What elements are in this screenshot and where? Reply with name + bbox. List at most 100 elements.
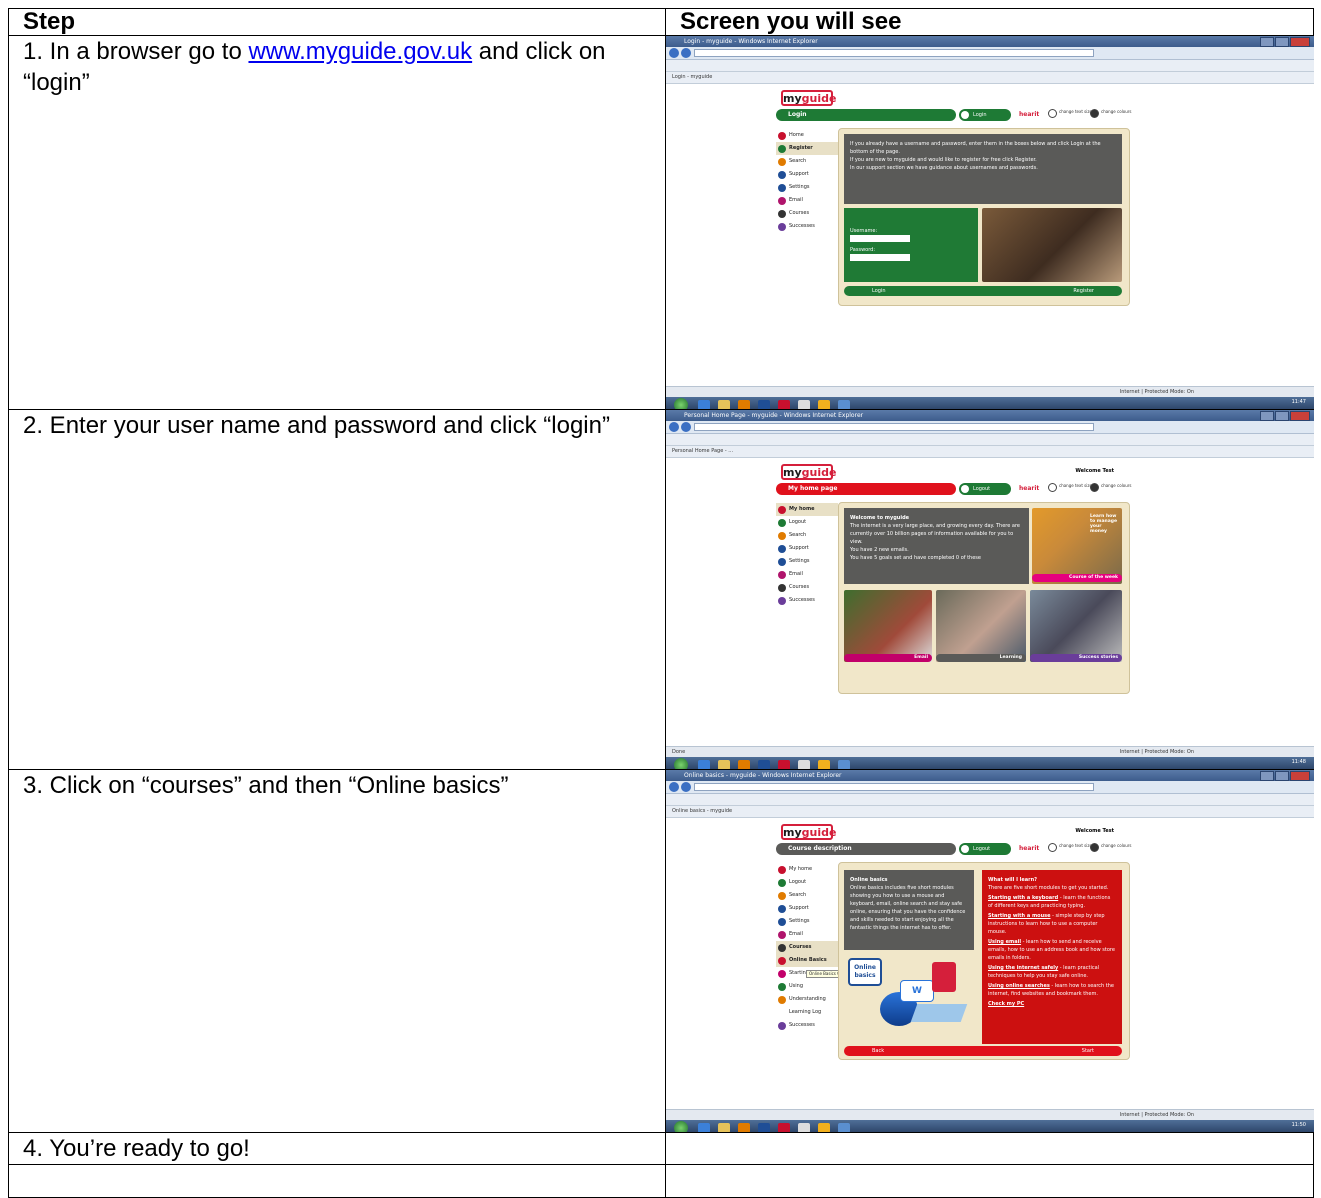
start-icon <box>674 1121 688 1132</box>
email-caption: Email <box>844 654 932 662</box>
maximize-icon <box>1275 37 1289 47</box>
login-form: Username: Password: <box>844 208 978 282</box>
change-text-size: change text size <box>1048 109 1092 118</box>
change-text-size: change text size <box>1048 483 1092 492</box>
close-icon <box>1290 411 1310 421</box>
maximize-icon <box>1275 411 1289 421</box>
change-text-size: change text size <box>1048 843 1092 852</box>
success-caption: Success stories <box>1030 654 1122 662</box>
www-icon: W <box>900 980 934 1002</box>
step-row-3: 3. Click on “courses” and then “Online b… <box>8 769 1314 1133</box>
myguide-link[interactable]: www.myguide.gov.uk <box>248 38 472 65</box>
step-row-2: 2. Enter your user name and password and… <box>8 409 1314 770</box>
toolbar <box>666 60 1314 72</box>
page-title-bar: Login <box>776 109 956 121</box>
empty-cell <box>665 1132 1314 1165</box>
success-photo <box>1030 590 1122 662</box>
page-content: myguide Welcome Test Course description … <box>666 818 1314 1109</box>
tab-row: Login - myguide <box>666 72 1314 84</box>
empty-row <box>8 1164 1314 1198</box>
screenshot-home-cell: Personal Home Page - myguide - Windows I… <box>665 409 1314 770</box>
myguide-logo: myguide <box>781 824 837 840</box>
screenshot-course: Online basics - myguide - Windows Intern… <box>666 770 1314 1132</box>
address-bar <box>666 47 1314 60</box>
myguide-logo: myguide <box>781 464 837 480</box>
status-bar: Done Internet | Protected Mode: On <box>666 746 1314 757</box>
minimize-icon <box>1260 771 1274 781</box>
welcome-text: Welcome Test <box>1075 468 1114 474</box>
toolbar <box>666 794 1314 806</box>
course-bottom-bar: Back Start <box>844 1046 1122 1056</box>
window-titlebar: Online basics - myguide - Windows Intern… <box>666 770 1314 781</box>
header-screen: Screen you will see <box>665 8 1314 36</box>
tab-row: Online basics - myguide <box>666 806 1314 818</box>
taskbar: 11:48 <box>666 757 1314 769</box>
taskbar: 11:47 <box>666 397 1314 409</box>
logout-button: Logout <box>959 843 1011 855</box>
online-basics-graphic: Online basics W <box>844 952 974 1044</box>
keyboard-icon <box>910 1004 968 1022</box>
header-row: Step Screen you will see <box>8 8 1314 36</box>
minimize-icon <box>1260 37 1274 47</box>
window-titlebar: Personal Home Page - myguide - Windows I… <box>666 410 1314 421</box>
window-titlebar: Login - myguide - Windows Internet Explo… <box>666 36 1314 47</box>
screenshot-login-cell: Login - myguide - Windows Internet Explo… <box>665 35 1314 410</box>
login-info: If you already have a username and passw… <box>844 134 1122 204</box>
hearit-button: hearit <box>1019 485 1040 492</box>
taskbar: 11:50 <box>666 1120 1314 1132</box>
people-photo <box>982 208 1122 282</box>
what-will-i-learn: What will I learn? There are five short … <box>982 870 1122 1044</box>
forward-icon <box>681 782 691 792</box>
page-content: myguide Login Login hearit change text s… <box>666 84 1314 386</box>
step-row-1: 1. In a browser go to www.myguide.gov.uk… <box>8 35 1314 410</box>
sidebar-nav: My home Logout Search Support Settings E… <box>776 863 857 1032</box>
maximize-icon <box>1275 771 1289 781</box>
url-field <box>694 783 1094 791</box>
url-field <box>694 49 1094 57</box>
welcome-info: Welcome to myguide The internet is a very… <box>844 508 1029 584</box>
step-text-2: 2. Enter your user name and password and… <box>8 409 666 770</box>
change-colours: change colours <box>1090 483 1131 492</box>
back-icon <box>669 782 679 792</box>
step-text-3: 3. Click on “courses” and then “Online b… <box>8 769 666 1133</box>
page-title-bar: Course description <box>776 843 956 855</box>
back-icon <box>669 48 679 58</box>
page-content: myguide Welcome Test My home page Logout… <box>666 458 1314 746</box>
header-step: Step <box>8 8 666 36</box>
address-bar <box>666 781 1314 794</box>
screenshot-course-cell: Online basics - myguide - Windows Intern… <box>665 769 1314 1133</box>
minimize-icon <box>1260 411 1274 421</box>
close-icon <box>1290 37 1310 47</box>
hearit-button: hearit <box>1019 111 1040 118</box>
hearit-button: hearit <box>1019 845 1040 852</box>
change-colours: change colours <box>1090 109 1131 118</box>
myguide-logo: myguide <box>781 90 837 106</box>
screenshot-home: Personal Home Page - myguide - Windows I… <box>666 410 1314 769</box>
money-promo: Learn how to manage your money <box>1032 508 1122 584</box>
forward-icon <box>681 48 691 58</box>
change-colours: change colours <box>1090 843 1131 852</box>
sidebar-nav: My home Logout Search Support Settings E… <box>776 503 838 607</box>
learning-caption: Learning <box>936 654 1026 662</box>
close-icon <box>1290 771 1310 781</box>
step-text-4: 4. You’re ready to go! <box>8 1132 666 1165</box>
address-bar <box>666 421 1314 434</box>
email-photo <box>844 590 932 662</box>
logout-button: Logout <box>959 483 1011 495</box>
step-row-4: 4. You’re ready to go! <box>8 1132 1314 1165</box>
password-field <box>850 254 910 261</box>
forward-icon <box>681 422 691 432</box>
sidebar-nav: Home Register Search Support Settings Em… <box>776 129 838 233</box>
welcome-text: Welcome Test <box>1075 828 1114 834</box>
step-text-1: 1. In a browser go to www.myguide.gov.uk… <box>8 35 666 410</box>
page-title-bar: My home page <box>776 483 956 495</box>
toolbar <box>666 434 1314 446</box>
url-field <box>694 423 1094 431</box>
login-button: Login <box>959 109 1011 121</box>
tab-row: Personal Home Page - ... <box>666 446 1314 458</box>
screenshot-login: Login - myguide - Windows Internet Explo… <box>666 36 1314 409</box>
padlock-icon <box>932 962 956 992</box>
username-field <box>850 235 910 242</box>
instructions-table: Step Screen you will see 1. In a browser… <box>8 8 1314 1198</box>
back-icon <box>669 422 679 432</box>
